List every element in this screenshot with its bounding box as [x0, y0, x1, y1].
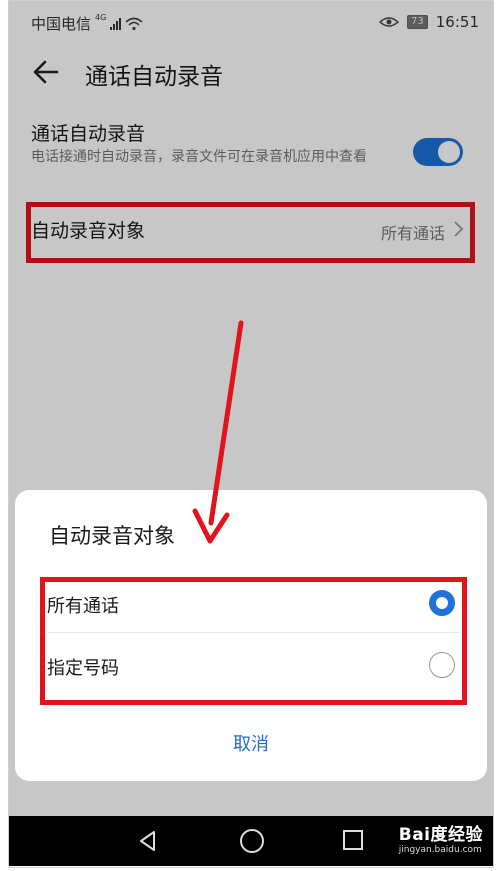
- phone-screenshot: 中国电信 4G 73 16:51 通话自动录音 通话自动录音 电话接通时自动录音…: [8, 0, 494, 868]
- watermark-url: jingyan.baidu.com: [398, 845, 482, 855]
- watermark: Bai度经验 jingyan.baidu.com: [399, 820, 483, 855]
- red-arrow-icon: [192, 320, 244, 544]
- navigation-bar: Bai度经验 jingyan.baidu.com: [9, 816, 493, 866]
- settings-screen: 中国电信 4G 73 16:51 通话自动录音 通话自动录音 电话接通时自动录音…: [9, 1, 493, 816]
- nav-back-icon[interactable]: [139, 830, 157, 852]
- nav-home-icon[interactable]: [240, 829, 264, 853]
- nav-recent-icon[interactable]: [343, 830, 363, 850]
- watermark-brand: Bai度经验: [398, 825, 483, 845]
